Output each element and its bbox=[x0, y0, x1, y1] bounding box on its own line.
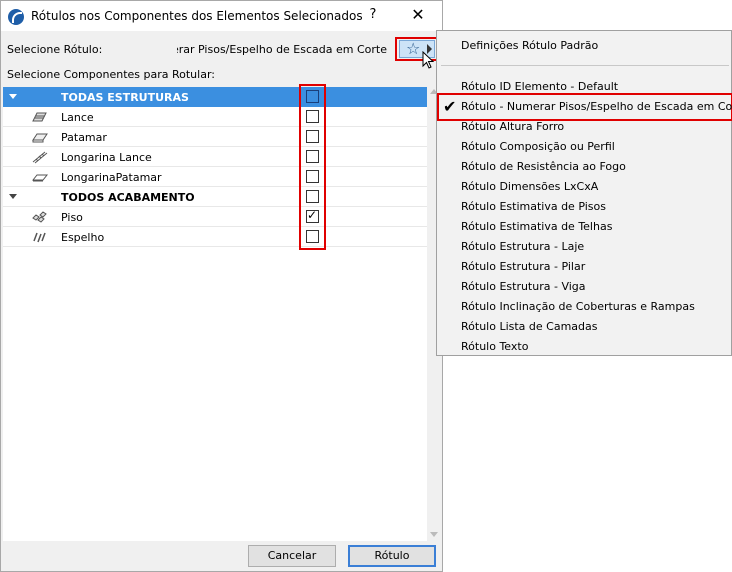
list-item-piso[interactable]: Piso ✓ bbox=[3, 207, 427, 227]
list-item-label: TODOS ACABAMENTO bbox=[61, 191, 195, 204]
menu-item[interactable]: Rótulo Lista de Camadas bbox=[461, 320, 598, 333]
list-item-label: TODAS ESTRUTURAS bbox=[61, 91, 189, 104]
menu-item[interactable]: Rótulo Composição ou Perfil bbox=[461, 140, 615, 153]
selected-label-value: Rótulo - Numerar Pisos/Espelho de Escada… bbox=[177, 43, 387, 56]
app-logo-icon bbox=[8, 9, 24, 25]
list-item-label: Lance bbox=[61, 111, 94, 124]
list-item-label: Piso bbox=[61, 211, 83, 224]
list-item-label: Longarina Lance bbox=[61, 151, 152, 164]
list-item-espelho[interactable]: Espelho bbox=[3, 227, 427, 247]
star-icon: ☆ bbox=[406, 39, 421, 58]
components-caption: Selecione Componentes para Rotular: bbox=[7, 68, 215, 81]
menu-item[interactable]: Rótulo Estimativa de Telhas bbox=[461, 220, 612, 233]
scroll-down-arrow-icon[interactable] bbox=[430, 532, 438, 537]
favorites-dropdown-menu: Definições Rótulo Padrão Rótulo ID Eleme… bbox=[436, 30, 732, 356]
list-item-label: Espelho bbox=[61, 231, 105, 244]
menu-item-default-settings[interactable]: Definições Rótulo Padrão bbox=[461, 39, 598, 52]
row-divider bbox=[3, 246, 427, 247]
label-components-dialog: Rótulos nos Componentes dos Elementos Se… bbox=[0, 0, 443, 572]
menu-item[interactable]: Rótulo Estrutura - Pilar bbox=[461, 260, 585, 273]
menu-item[interactable]: Rótulo Inclinação de Coberturas e Rampas bbox=[461, 300, 695, 313]
checkbox-column-highlight bbox=[299, 84, 326, 250]
stringer-flight-icon bbox=[32, 151, 48, 164]
check-icon: ✔ bbox=[443, 97, 457, 116]
dialog-title: Rótulos nos Componentes dos Elementos Se… bbox=[31, 9, 363, 23]
list-item-patamar[interactable]: Patamar bbox=[3, 127, 427, 147]
list-item-todas-estruturas[interactable]: TODAS ESTRUTURAS bbox=[3, 87, 427, 107]
list-item-lance[interactable]: Lance bbox=[3, 107, 427, 127]
menu-item[interactable]: Rótulo Altura Forro bbox=[461, 120, 564, 133]
list-item-label: Patamar bbox=[61, 131, 107, 144]
tread-icon bbox=[32, 211, 47, 223]
mouse-cursor-icon bbox=[422, 51, 435, 69]
stringer-landing-icon bbox=[31, 174, 49, 182]
list-item-label: LongarinaPatamar bbox=[61, 171, 162, 184]
menu-item[interactable]: Rótulo Texto bbox=[461, 340, 528, 353]
expand-triangle-icon[interactable] bbox=[9, 94, 17, 99]
menu-item-checked[interactable]: ✔ Rótulo - Numerar Pisos/Espelho de Esca… bbox=[437, 93, 732, 121]
expand-triangle-icon[interactable] bbox=[9, 194, 17, 199]
menu-item[interactable]: Rótulo ID Elemento - Default bbox=[461, 80, 618, 93]
components-list: TODAS ESTRUTURAS Lance Patamar Longarina… bbox=[3, 87, 441, 541]
title-bar: Rótulos nos Componentes dos Elementos Se… bbox=[1, 1, 442, 31]
menu-item[interactable]: Rótulo Estimativa de Pisos bbox=[461, 200, 606, 213]
cancel-button[interactable]: Cancelar bbox=[248, 545, 336, 567]
close-button[interactable]: ✕ bbox=[406, 5, 430, 27]
menu-separator bbox=[441, 65, 729, 66]
label-ok-button[interactable]: Rótulo bbox=[348, 545, 436, 567]
menu-item-label: Rótulo - Numerar Pisos/Espelho de Escada… bbox=[461, 100, 732, 113]
menu-item[interactable]: Rótulo de Resistência ao Fogo bbox=[461, 160, 626, 173]
stair-flight-icon bbox=[32, 112, 47, 122]
list-item-longarina-lance[interactable]: Longarina Lance bbox=[3, 147, 427, 167]
landing-icon bbox=[32, 133, 48, 143]
menu-item[interactable]: Rótulo Dimensões LxCxA bbox=[461, 180, 598, 193]
riser-icon bbox=[33, 232, 46, 243]
menu-item[interactable]: Rótulo Estrutura - Laje bbox=[461, 240, 584, 253]
list-item-todos-acabamento[interactable]: TODOS ACABAMENTO bbox=[3, 187, 427, 207]
menu-item[interactable]: Rótulo Estrutura - Viga bbox=[461, 280, 586, 293]
help-button[interactable]: ? bbox=[363, 7, 383, 25]
select-label-caption: Selecione Rótulo: bbox=[7, 43, 103, 56]
list-item-longarina-patamar[interactable]: LongarinaPatamar bbox=[3, 167, 427, 187]
